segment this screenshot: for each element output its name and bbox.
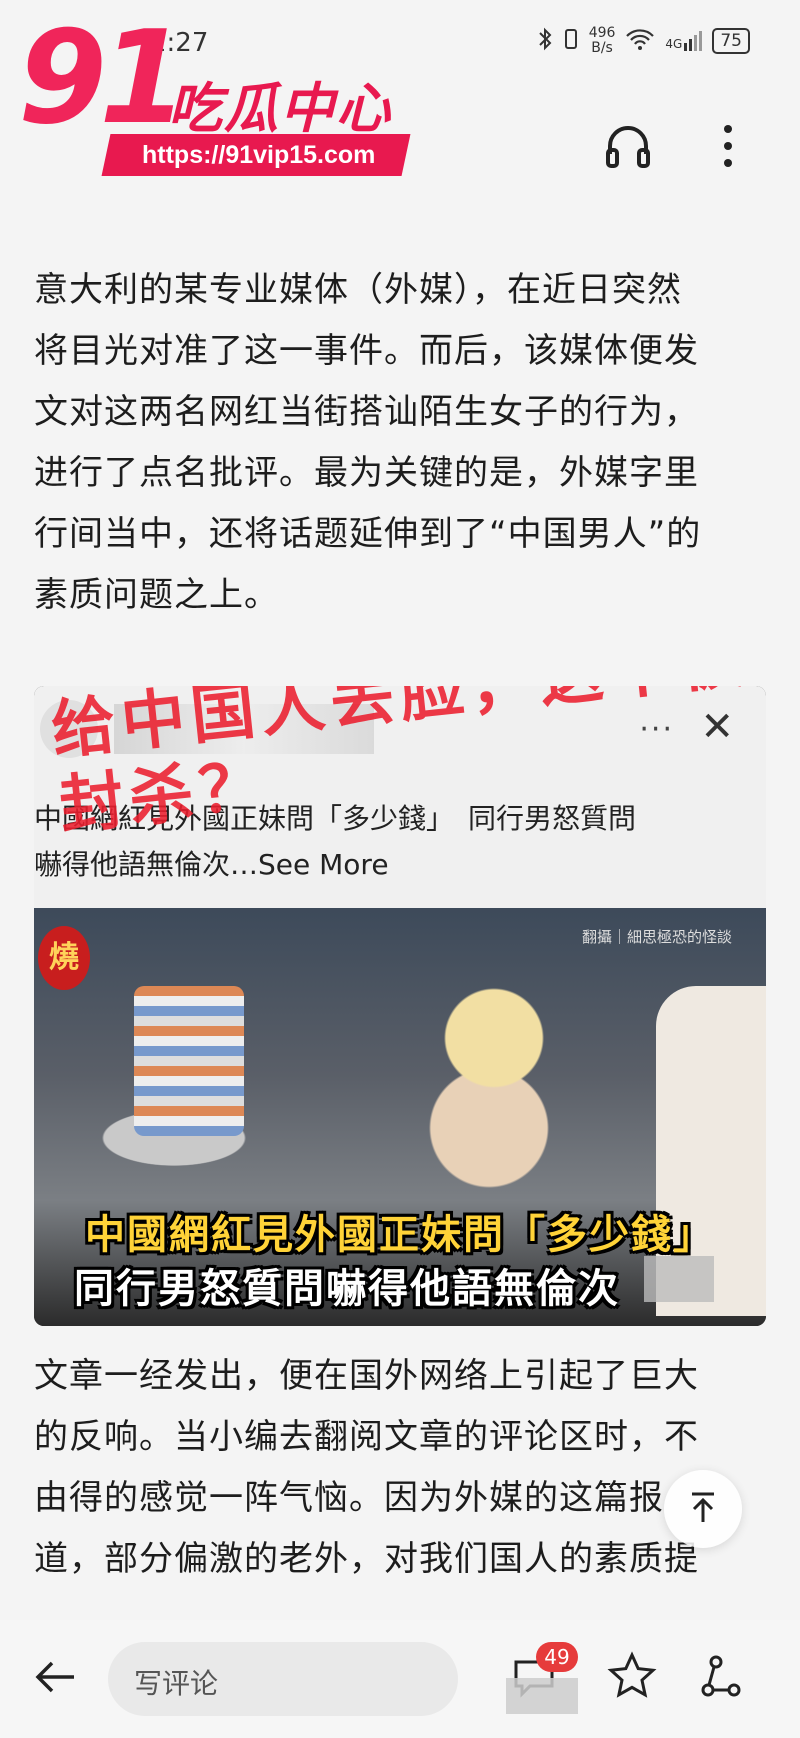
embedded-post-image[interactable]: ··· ✕ 中國網紅見外國正妹問「多少錢」 同行男怒質問 嚇得他語無倫次…See… — [34, 686, 766, 1326]
vibrate-icon — [563, 27, 579, 55]
star-icon[interactable] — [606, 1650, 658, 1702]
text-line: 将目光对准了这一事件。而后，该媒体便发 — [34, 331, 699, 371]
logo-name: 吃瓜中心 — [168, 77, 392, 140]
comment-placeholder: 写评论 — [134, 1667, 219, 1700]
article-paragraph-2: 文章一经发出，便在国外网络上引起了巨大 的反响。当小编去翻阅文章的评论区时，不 … — [34, 1346, 770, 1590]
text-line: 由得的感觉一阵气恼。因为外媒的这篇报 — [34, 1478, 664, 1518]
signal-icon: 4G — [665, 31, 703, 51]
back-arrow-icon[interactable] — [30, 1652, 80, 1702]
video-source-tag: 翻攝｜細思極恐的怪談 — [581, 928, 732, 946]
headphones-icon[interactable] — [600, 118, 656, 174]
arrow-up-icon — [686, 1490, 720, 1528]
wifi-icon — [625, 27, 655, 55]
post-header: ··· ✕ 中國網紅見外國正妹問「多少錢」 同行男怒質問 嚇得他語無倫次…See… — [34, 686, 766, 908]
logo-number: 91 — [18, 4, 188, 153]
text-line: 道，部分偏激的老外，对我们国人的素质提 — [34, 1539, 699, 1579]
battery-level: 75 — [712, 28, 750, 54]
bottom-action-bar: 写评论 49 — [0, 1620, 800, 1738]
logo-url: https://91vip15.com — [101, 134, 411, 176]
watermark-logo: 91 吃瓜中心 https://91vip15.com — [18, 4, 426, 184]
text-line: 进行了点名批评。最为关键的是，外媒字里 — [34, 453, 699, 493]
text-line: 行间当中，还将话题延伸到了“中国男人”的 — [34, 514, 702, 554]
more-vertical-icon[interactable] — [700, 118, 756, 174]
person-striped-shirt — [134, 986, 244, 1136]
text-line: 素质问题之上。 — [34, 575, 279, 615]
text-line: 意大利的某专业媒体（外媒），在近日突然 — [34, 270, 682, 310]
bluetooth-icon — [537, 27, 553, 55]
blurred-region — [506, 1678, 578, 1714]
channel-badge: 燒 — [38, 926, 90, 990]
back-to-top-button[interactable] — [664, 1470, 742, 1548]
comment-count-badge: 49 — [536, 1642, 578, 1672]
text-line: 的反响。当小编去翻阅文章的评论区时，不 — [34, 1417, 699, 1457]
network-speed: 496 B/s — [588, 25, 616, 56]
blurred-region — [644, 1256, 714, 1302]
comment-input[interactable]: 写评论 — [108, 1642, 458, 1716]
video-subtitle-1: 中國網紅見外國正妹問「多少錢」 — [85, 1212, 715, 1258]
text-line: 文章一经发出，便在国外网络上引起了巨大 — [34, 1356, 699, 1396]
text-line: 文对这两名网红当街搭讪陌生女子的行为， — [34, 392, 699, 432]
share-icon[interactable] — [694, 1650, 746, 1702]
article-paragraph-1: 意大利的某专业媒体（外媒），在近日突然 将目光对准了这一事件。而后，该媒体便发 … — [34, 260, 770, 626]
